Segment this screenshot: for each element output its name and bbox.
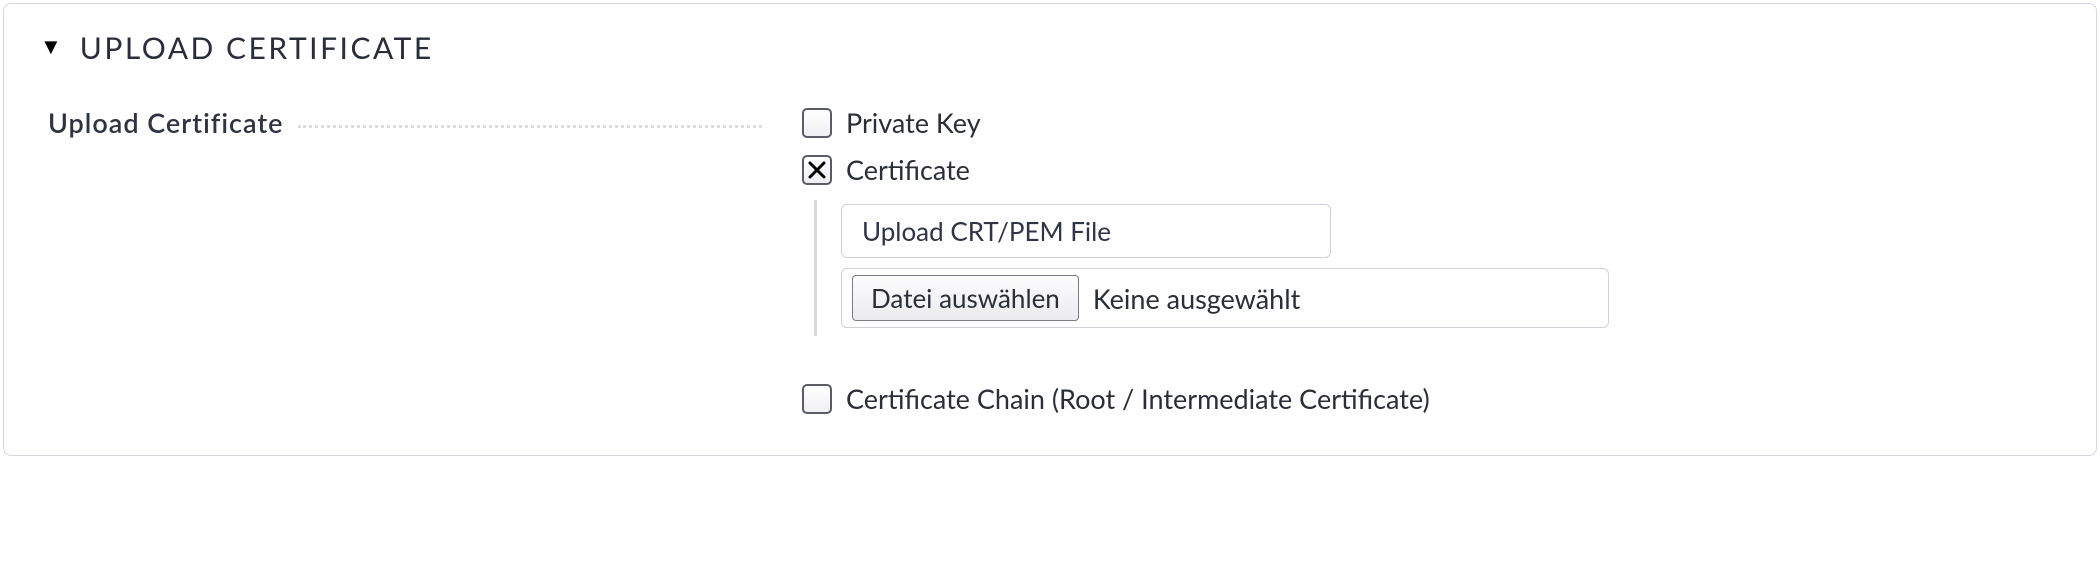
certificate-label: Certificate	[846, 153, 970, 186]
file-status-text: Keine ausgewählt	[1093, 282, 1300, 315]
choose-file-button[interactable]: Datei auswählen	[852, 275, 1079, 321]
certificate-upload-block: Upload CRT/PEM File Datei auswählen Kein…	[814, 200, 2060, 336]
file-input-row: Datei auswählen Keine ausgewählt	[841, 268, 1609, 328]
field-value-column: Private Key Certificate Upload CRT/PEM F…	[792, 106, 2060, 415]
upload-certificate-panel: ▼ UPLOAD CERTIFICATE Upload Certificate …	[3, 3, 2097, 456]
collapse-triangle-icon: ▼	[40, 35, 62, 57]
field-label: Upload Certificate	[40, 106, 284, 139]
panel-header[interactable]: ▼ UPLOAD CERTIFICATE	[40, 30, 2060, 66]
private-key-checkbox[interactable]	[802, 108, 832, 138]
upload-type-display: Upload CRT/PEM File	[841, 204, 1331, 258]
certificate-checkbox[interactable]	[802, 155, 832, 185]
panel-body: Upload Certificate Private Key Certifica…	[40, 106, 2060, 415]
panel-title: UPLOAD CERTIFICATE	[80, 30, 434, 66]
certificate-row: Certificate	[802, 153, 2060, 186]
certificate-chain-label: Certificate Chain (Root / Intermediate C…	[846, 382, 1430, 415]
private-key-label: Private Key	[846, 106, 981, 139]
certificate-chain-row: Certificate Chain (Root / Intermediate C…	[802, 382, 2060, 415]
dotted-leader	[298, 106, 763, 128]
field-label-column: Upload Certificate	[40, 106, 792, 415]
private-key-row: Private Key	[802, 106, 2060, 139]
certificate-chain-checkbox[interactable]	[802, 384, 832, 414]
x-mark-icon	[807, 160, 827, 180]
